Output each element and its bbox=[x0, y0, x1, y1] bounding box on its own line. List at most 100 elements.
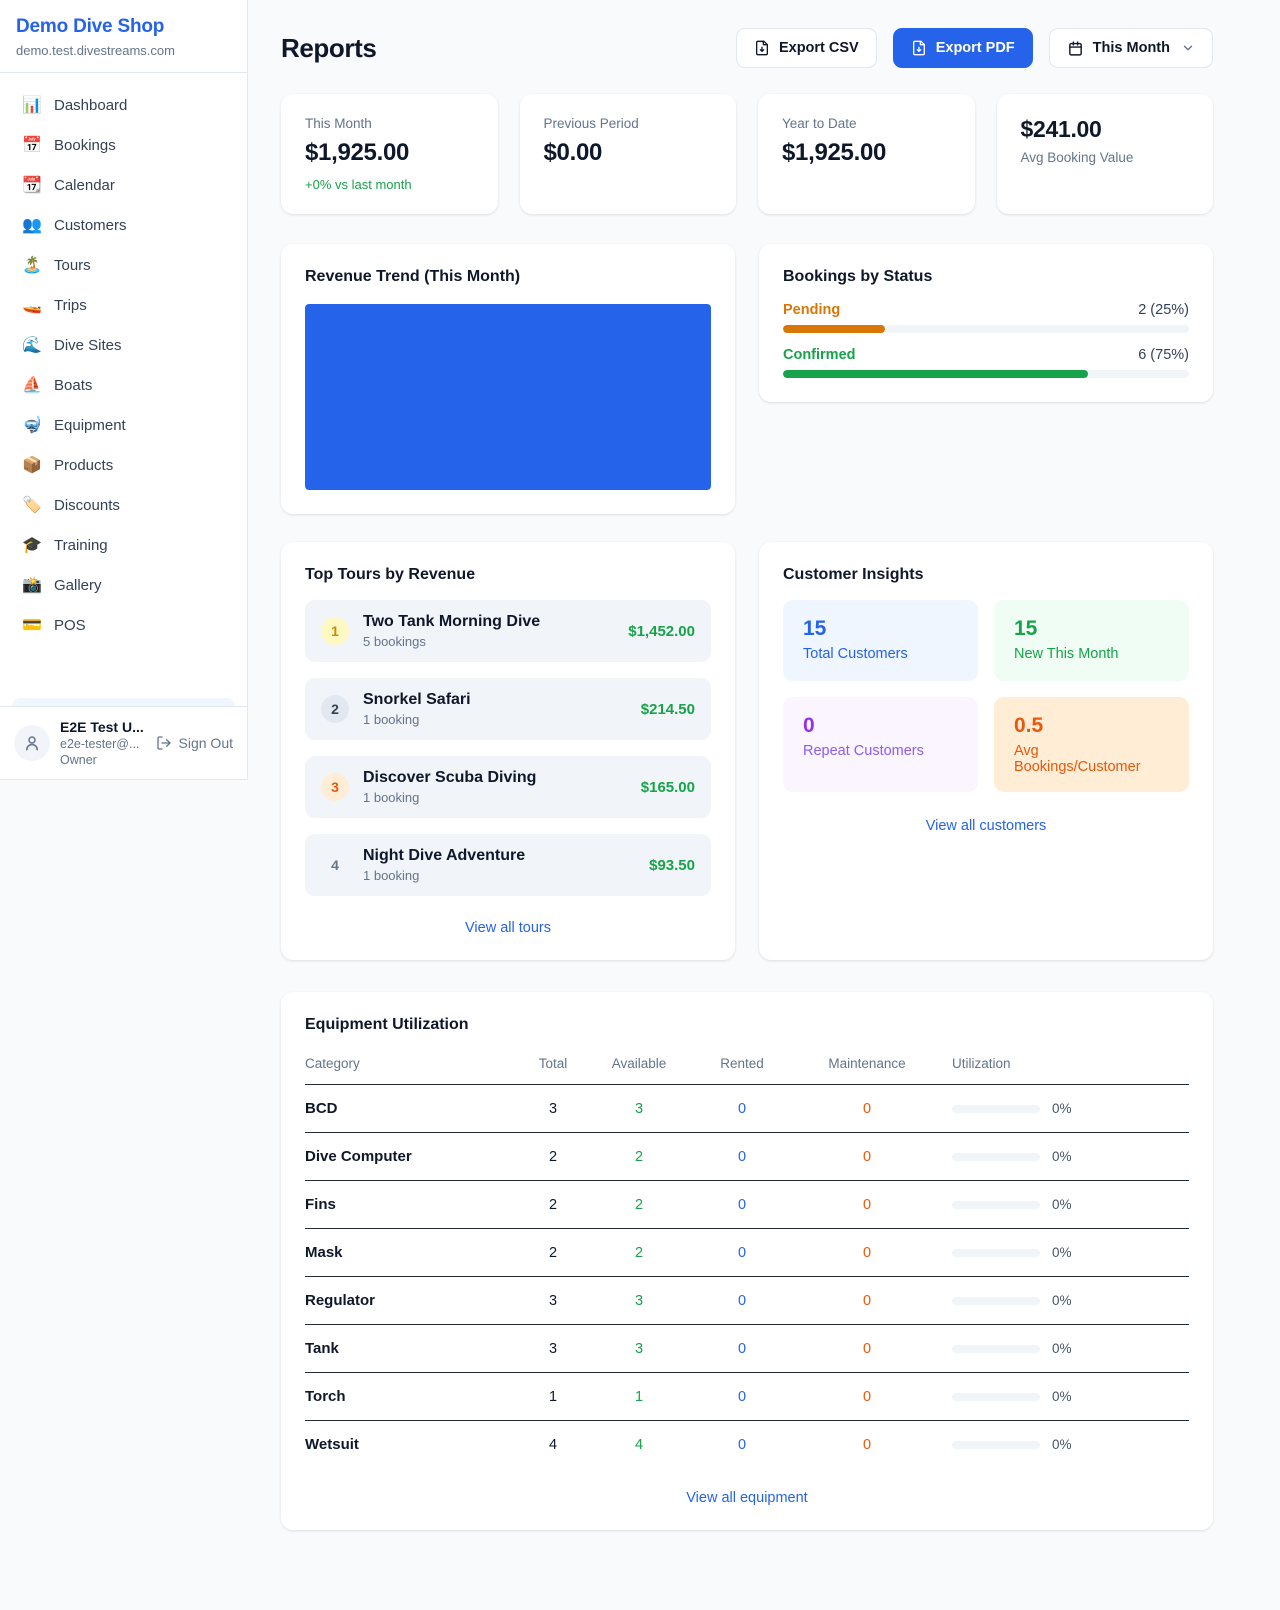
user-name: E2E Test U... bbox=[60, 719, 146, 735]
export-pdf-button[interactable]: Export PDF bbox=[893, 28, 1033, 68]
boats-icon: ⛵ bbox=[22, 375, 42, 395]
sidebar-item-reports-partial[interactable] bbox=[12, 698, 235, 706]
table-row: Dive Computer 2 2 0 0 0% bbox=[305, 1133, 1189, 1181]
sidebar-item-label: Customers bbox=[54, 217, 127, 234]
insight-value: 15 bbox=[1014, 617, 1169, 641]
insight-value: 15 bbox=[803, 617, 958, 641]
cell-rented: 0 bbox=[687, 1421, 797, 1469]
tour-row: 1 Two Tank Morning Dive 5 bookings $1,45… bbox=[305, 600, 711, 662]
tour-bookings: 1 booking bbox=[363, 868, 635, 883]
sidebar-item-discounts[interactable]: 🏷️ Discounts bbox=[12, 485, 235, 525]
export-csv-button[interactable]: Export CSV bbox=[736, 28, 877, 68]
log-out-icon bbox=[156, 735, 172, 751]
sidebar-item-products[interactable]: 📦 Products bbox=[12, 445, 235, 485]
customer-insights-card: Customer Insights 15 Total Customers 15 … bbox=[759, 542, 1213, 960]
customer-insights-title: Customer Insights bbox=[783, 566, 1189, 584]
sidebar-item-equipment[interactable]: 🤿 Equipment bbox=[12, 405, 235, 445]
sidebar-item-label: POS bbox=[54, 617, 86, 634]
sidebar-item-label: Training bbox=[54, 537, 108, 554]
revenue-trend-title: Revenue Trend (This Month) bbox=[305, 268, 711, 286]
sidebar-item-gallery[interactable]: 📸 Gallery bbox=[12, 565, 235, 605]
stat-value: $1,925.00 bbox=[305, 139, 474, 167]
cell-maintenance: 0 bbox=[797, 1373, 937, 1421]
sidebar-item-customers[interactable]: 👥 Customers bbox=[12, 205, 235, 245]
customers-icon: 👥 bbox=[22, 215, 42, 235]
app-root: Demo Dive Shop demo.test.divestreams.com… bbox=[0, 0, 1280, 1600]
cell-available: 2 bbox=[591, 1133, 687, 1181]
cell-maintenance: 0 bbox=[797, 1325, 937, 1373]
progress-fill bbox=[783, 325, 885, 333]
utilization-percent: 0% bbox=[1052, 1197, 1072, 1212]
stat-card-this-month: This Month $1,925.00 +0% vs last month bbox=[281, 94, 498, 214]
equipment-table: Category Total Available Rented Maintena… bbox=[305, 1048, 1189, 1468]
sidebar-item-tours[interactable]: 🏝️ Tours bbox=[12, 245, 235, 285]
utilization-bar bbox=[952, 1441, 1040, 1449]
cell-rented: 0 bbox=[687, 1181, 797, 1229]
status-row-confirmed: Confirmed 6 (75%) bbox=[783, 347, 1189, 378]
sidebar-item-label: Products bbox=[54, 457, 113, 474]
cell-category: Fins bbox=[305, 1181, 515, 1229]
cell-total: 3 bbox=[515, 1277, 591, 1325]
stat-card-year-to-date: Year to Date $1,925.00 bbox=[758, 94, 975, 214]
calendar-icon: 📆 bbox=[22, 175, 42, 195]
tours-icon: 🏝️ bbox=[22, 255, 42, 275]
calendar-icon bbox=[1067, 40, 1084, 57]
utilization-percent: 0% bbox=[1052, 1293, 1072, 1308]
progress-track bbox=[783, 325, 1189, 333]
column-header-available: Available bbox=[591, 1048, 687, 1085]
stat-label: Year to Date bbox=[782, 116, 951, 131]
cell-rented: 0 bbox=[687, 1373, 797, 1421]
utilization-bar bbox=[952, 1345, 1040, 1353]
dive-sites-icon: 🌊 bbox=[22, 335, 42, 355]
sidebar-item-training[interactable]: 🎓 Training bbox=[12, 525, 235, 565]
sidebar-item-label: Discounts bbox=[54, 497, 120, 514]
pos-icon: 💳 bbox=[22, 615, 42, 635]
sidebar-item-boats[interactable]: ⛵ Boats bbox=[12, 365, 235, 405]
tour-bookings: 5 bookings bbox=[363, 634, 614, 649]
bookings-by-status-card: Bookings by Status Pending 2 (25%) Confi… bbox=[759, 244, 1213, 402]
insight-tile-new-this-month: 15 New This Month bbox=[994, 600, 1189, 681]
sidebar-item-calendar[interactable]: 📆 Calendar bbox=[12, 165, 235, 205]
page-header: Reports Export CSV Export PDF This Month bbox=[281, 28, 1213, 68]
view-all-equipment-link[interactable]: View all equipment bbox=[305, 1490, 1189, 1506]
user-email: e2e-tester@... bbox=[60, 737, 146, 751]
dashboard-icon: 📊 bbox=[22, 95, 42, 115]
cell-total: 1 bbox=[515, 1373, 591, 1421]
view-all-customers-link[interactable]: View all customers bbox=[783, 818, 1189, 834]
table-row: Regulator 3 3 0 0 0% bbox=[305, 1277, 1189, 1325]
stat-value: $241.00 bbox=[1021, 116, 1190, 143]
sidebar-item-trips[interactable]: 🚤 Trips bbox=[12, 285, 235, 325]
stats-row: This Month $1,925.00 +0% vs last month P… bbox=[281, 94, 1213, 214]
sidebar-item-dive-sites[interactable]: 🌊 Dive Sites bbox=[12, 325, 235, 365]
cell-total: 2 bbox=[515, 1133, 591, 1181]
sign-out-label: Sign Out bbox=[179, 735, 233, 751]
bookings-by-status-title: Bookings by Status bbox=[783, 268, 1189, 286]
sidebar-item-label: Bookings bbox=[54, 137, 116, 154]
sign-out-button[interactable]: Sign Out bbox=[156, 735, 233, 751]
sidebar-item-label: Calendar bbox=[54, 177, 115, 194]
cell-maintenance: 0 bbox=[797, 1277, 937, 1325]
insight-tile-repeat-customers: 0 Repeat Customers bbox=[783, 697, 978, 792]
insight-label: Total Customers bbox=[803, 646, 958, 662]
cell-total: 3 bbox=[515, 1325, 591, 1373]
cell-maintenance: 0 bbox=[797, 1085, 937, 1133]
products-icon: 📦 bbox=[22, 455, 42, 475]
cell-maintenance: 0 bbox=[797, 1181, 937, 1229]
progress-fill bbox=[783, 370, 1088, 378]
cell-rented: 0 bbox=[687, 1133, 797, 1181]
tour-revenue: $93.50 bbox=[649, 857, 695, 874]
cell-category: Tank bbox=[305, 1325, 515, 1373]
view-all-tours-link[interactable]: View all tours bbox=[305, 920, 711, 936]
table-row: Tank 3 3 0 0 0% bbox=[305, 1325, 1189, 1373]
shop-header: Demo Dive Shop demo.test.divestreams.com bbox=[0, 0, 247, 73]
chevron-down-icon bbox=[1181, 41, 1195, 55]
training-icon: 🎓 bbox=[22, 535, 42, 555]
sidebar-item-pos[interactable]: 💳 POS bbox=[12, 605, 235, 645]
utilization-percent: 0% bbox=[1052, 1437, 1072, 1452]
equipment-utilization-title: Equipment Utilization bbox=[305, 1016, 1189, 1034]
sidebar-item-dashboard[interactable]: 📊 Dashboard bbox=[12, 85, 235, 125]
period-select-button[interactable]: This Month bbox=[1049, 28, 1213, 68]
sidebar-item-bookings[interactable]: 📅 Bookings bbox=[12, 125, 235, 165]
mid-row: Top Tours by Revenue 1 Two Tank Morning … bbox=[281, 542, 1213, 960]
cell-maintenance: 0 bbox=[797, 1421, 937, 1469]
